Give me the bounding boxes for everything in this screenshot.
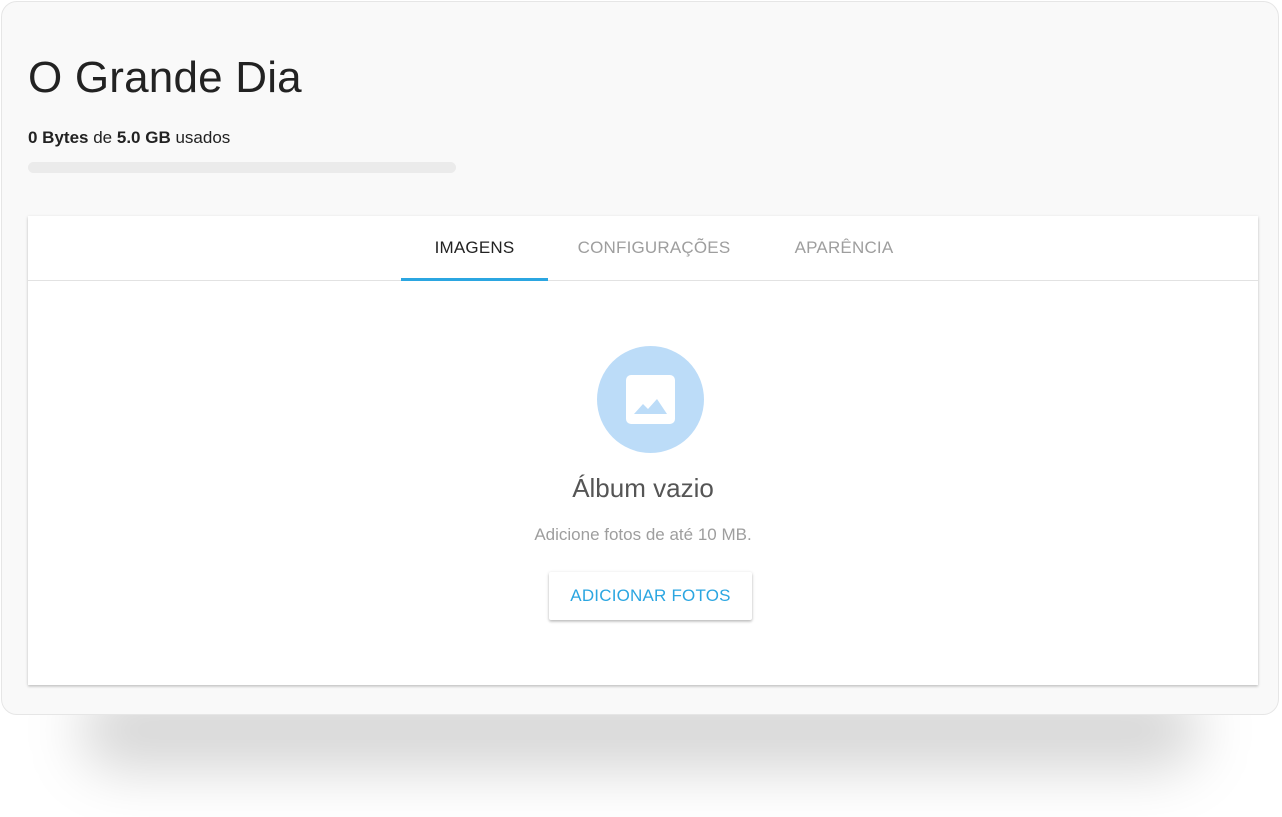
tab-label: CONFIGURAÇÕES (577, 238, 731, 257)
storage-progress-bar (28, 162, 456, 173)
empty-state-title: Álbum vazio (572, 473, 714, 503)
tab-label: APARÊNCIA (794, 238, 894, 257)
tab-imagens[interactable]: IMAGENS (401, 216, 548, 281)
page-title: O Grande Dia (28, 53, 302, 102)
storage-used-value: 0 Bytes (28, 128, 89, 147)
empty-state-subtitle: Adicione fotos de até 10 MB. (534, 525, 752, 544)
tab-configuracoes[interactable]: CONFIGURAÇÕES (564, 216, 744, 280)
image-icon (626, 375, 675, 424)
tab-bar: IMAGENS CONFIGURAÇÕES APARÊNCIA (28, 216, 1258, 281)
empty-album-state: Álbum vazio Adicione fotos de até 10 MB.… (28, 281, 1258, 685)
tab-aparencia[interactable]: APARÊNCIA (780, 216, 908, 280)
storage-suffix: usados (175, 128, 231, 147)
tab-label: IMAGENS (434, 238, 515, 257)
stage: O Grande Dia 0 Bytes de 5.0 GB usados IM… (0, 0, 1282, 817)
album-card: IMAGENS CONFIGURAÇÕES APARÊNCIA Álbum va… (28, 216, 1258, 685)
app-window: O Grande Dia 0 Bytes de 5.0 GB usados IM… (1, 1, 1279, 715)
add-photos-button[interactable]: ADICIONAR FOTOS (549, 572, 752, 620)
storage-total-value: 5.0 GB (116, 128, 171, 147)
storage-usage-text: 0 Bytes de 5.0 GB usados (28, 127, 230, 149)
storage-connector: de (93, 128, 113, 147)
empty-image-badge (597, 346, 704, 453)
